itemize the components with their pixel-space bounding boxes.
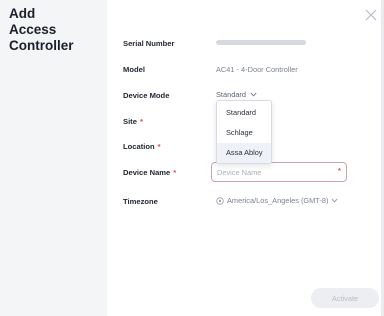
device-mode-dropdown: Standard Schlage Assa Abloy xyxy=(216,100,272,164)
device-mode-option-schlage[interactable]: Schlage xyxy=(217,123,271,143)
chevron-down-icon xyxy=(331,198,339,203)
device-name-required-marker: * xyxy=(173,168,177,177)
device-mode-select[interactable]: Standard xyxy=(216,90,257,99)
timezone-value: America/Los_Angeles (GMT-8) xyxy=(227,196,329,205)
left-pane: Add Access Controller xyxy=(0,0,107,316)
globe-icon xyxy=(216,196,224,205)
device-mode-label: Device Mode xyxy=(123,91,170,100)
location-required-marker: * xyxy=(157,142,161,151)
close-icon[interactable] xyxy=(364,8,378,22)
serial-number-label: Serial Number xyxy=(123,39,175,48)
timezone-label: Timezone xyxy=(123,197,158,206)
site-label: Site * xyxy=(123,117,143,126)
site-label-text: Site xyxy=(123,117,137,126)
model-label: Model xyxy=(123,65,145,74)
device-mode-option-assa-abloy[interactable]: Assa Abloy xyxy=(217,143,271,163)
timezone-select[interactable]: America/Los_Angeles (GMT-8) xyxy=(216,196,339,205)
location-label-text: Location xyxy=(123,142,155,151)
device-name-label: Device Name * xyxy=(123,168,176,177)
device-name-input[interactable] xyxy=(211,162,347,182)
chevron-down-icon xyxy=(250,92,257,97)
model-value: AC41 - 4-Door Controller xyxy=(216,65,298,74)
location-label: Location * xyxy=(123,142,161,151)
site-required-marker: * xyxy=(139,117,143,126)
device-name-label-text: Device Name xyxy=(123,168,171,177)
device-mode-value: Standard xyxy=(216,90,246,99)
device-mode-option-standard[interactable]: Standard xyxy=(217,103,271,123)
device-name-input-required-marker: * xyxy=(338,166,341,175)
activate-button[interactable]: Activate xyxy=(311,288,379,308)
serial-number-value-redacted xyxy=(216,40,306,45)
page-title: Add Access Controller xyxy=(9,6,74,53)
